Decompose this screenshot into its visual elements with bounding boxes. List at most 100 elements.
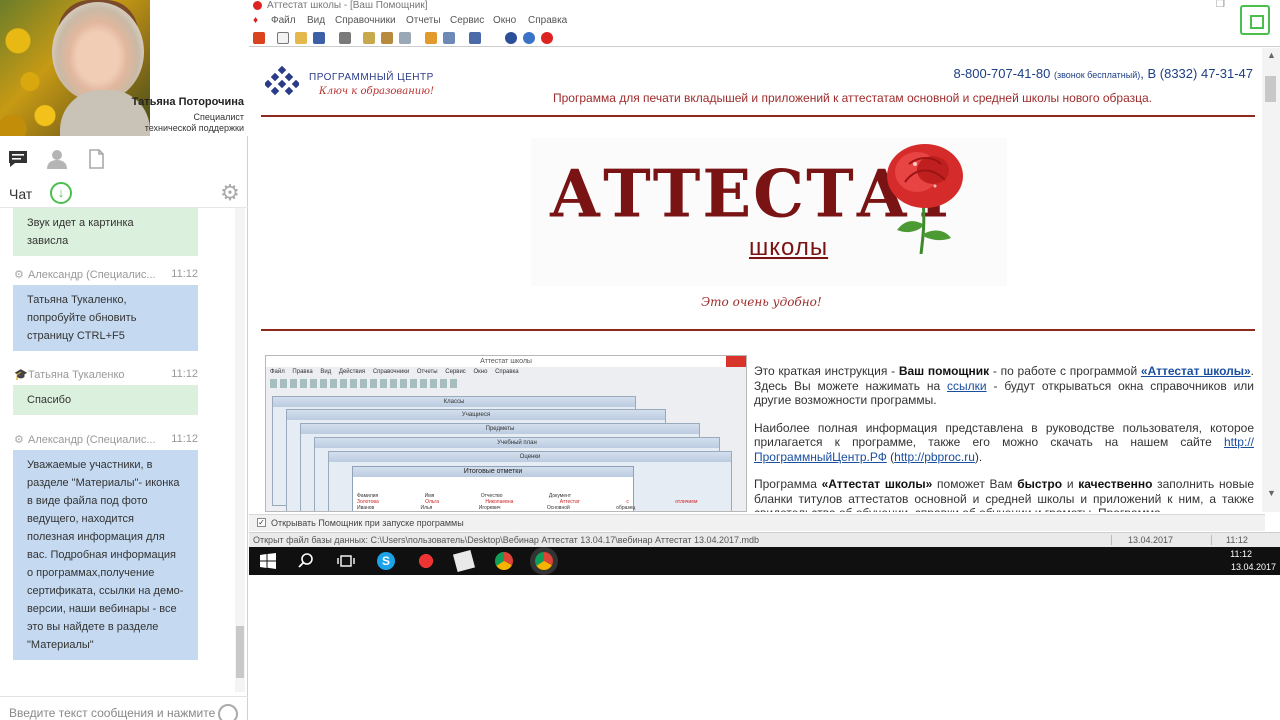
print-icon[interactable] xyxy=(339,32,351,44)
window-title: Аттестат школы - [Ваш Помощник] xyxy=(267,0,428,11)
menu-help[interactable]: Справка xyxy=(528,15,567,26)
chat-header: Чат ↓ ⚙ xyxy=(0,178,248,208)
table-icon[interactable] xyxy=(443,32,455,44)
reports-icon[interactable] xyxy=(469,32,481,44)
program-screenshot: Аттестат школы Файл Правка Вид Действия … xyxy=(265,355,747,512)
panel-tabs xyxy=(0,144,248,174)
scroll-up-icon[interactable]: ▲ xyxy=(1267,50,1276,60)
scroll-down-icon[interactable]: ▼ xyxy=(1267,488,1276,498)
startup-option: ✓ Открывать Помощник при запуске програм… xyxy=(249,514,1265,531)
presenter-name: Татьяна Поторочина xyxy=(131,96,244,108)
rose-icon[interactable] xyxy=(541,32,553,44)
search-icon[interactable] xyxy=(297,552,315,570)
chrome-active-icon[interactable] xyxy=(535,552,553,570)
hero-subtitle: школы xyxy=(749,234,829,261)
page-scrollbar[interactable]: ▲ ▼ xyxy=(1262,48,1280,512)
chat-input-placeholder: Введите текст сообщения и нажмите xyxy=(9,706,216,720)
help-icon[interactable] xyxy=(523,32,535,44)
screenshot-toolbar xyxy=(270,379,460,388)
message-time: 11:12 xyxy=(171,368,198,380)
new-file-icon[interactable] xyxy=(277,32,289,44)
message-author: Татьяна Тукаленко xyxy=(28,369,125,381)
instruction-paragraph: Наиболее полная информация представлена … xyxy=(754,421,1254,465)
menu-bar: ♦ Файл Вид Справочники Отчеты Сервис Окн… xyxy=(249,13,1280,29)
hero-slogan: Это очень удобно! xyxy=(701,295,822,309)
page-scroll-thumb[interactable] xyxy=(1265,76,1276,102)
rose-icon xyxy=(887,144,963,254)
chat-message: Уважаемые участники, в разделе "Материал… xyxy=(13,450,198,660)
gear-icon[interactable]: ⚙ xyxy=(218,181,242,205)
title-bar: Аттестат школы - [Ваш Помощник] ❐ xyxy=(249,0,1280,13)
save-icon[interactable] xyxy=(313,32,325,44)
chat-scrollbar[interactable] xyxy=(235,208,245,692)
chat-input[interactable]: Введите текст сообщения и нажмите xyxy=(0,696,248,720)
message-time: 11:12 xyxy=(171,433,198,445)
contact-phones: 8-800-707-41-80 (звонок бесплатный), В (… xyxy=(953,66,1253,81)
show-helper-label[interactable]: Открывать Помощник при запуске программы xyxy=(271,518,464,528)
screenshot-window-title: Учащиеся xyxy=(287,410,665,420)
menu-view[interactable]: Вид xyxy=(307,15,325,26)
text-bold: Ваш помощник xyxy=(898,364,990,378)
text-bold: быстро xyxy=(1017,477,1063,491)
screenshot-window-title: Предметы xyxy=(301,424,699,434)
empty-area xyxy=(249,575,1280,720)
materials-tab-icon[interactable] xyxy=(85,148,107,170)
chat-message: Звук идет а картинка зависла xyxy=(13,208,198,256)
exit-icon[interactable] xyxy=(253,32,265,44)
presenter-photo xyxy=(0,0,150,136)
text: Наиболее полная информация представлена … xyxy=(754,420,1254,450)
copy-icon[interactable] xyxy=(381,32,393,44)
phone-main: 8-800-707-41-80 xyxy=(953,66,1051,81)
refresh-icon[interactable] xyxy=(505,32,517,44)
taskbar: S 11:12 13.04.2017 xyxy=(249,547,1280,575)
webinar-sidebar: Татьяна Поторочина Специалист техническо… xyxy=(0,0,248,720)
screenshot-title: Аттестат школы xyxy=(266,356,746,367)
links-link[interactable]: ссылки xyxy=(947,379,987,393)
participants-tab-icon[interactable] xyxy=(46,148,68,170)
show-helper-checkbox[interactable]: ✓ xyxy=(257,518,266,527)
open-folder-icon[interactable] xyxy=(295,32,307,44)
home-icon[interactable] xyxy=(363,32,375,44)
taskbar-date[interactable]: 13.04.2017 xyxy=(1231,562,1276,572)
menu-window[interactable]: Окно xyxy=(493,15,516,26)
text: и xyxy=(1062,477,1079,491)
emoji-icon[interactable] xyxy=(218,704,238,720)
menu-file[interactable]: Файл xyxy=(271,15,296,26)
text: поможет Вам xyxy=(932,477,1018,491)
message-text: Звук идет а картинка xyxy=(27,217,134,229)
app-menu-icon[interactable]: ♦ xyxy=(253,15,258,26)
app-icon xyxy=(253,1,262,10)
presenter-role-detail: технической поддержки xyxy=(144,123,244,133)
attestat-app-icon[interactable] xyxy=(417,552,435,570)
chat-messages: Звук идет а картинка зависла ⚙ Александр … xyxy=(0,208,236,692)
chat-message: Спасибо xyxy=(13,385,198,415)
taskbar-time[interactable]: 11:12 xyxy=(1230,549,1252,559)
program-link[interactable]: «Аттестат школы» xyxy=(1141,364,1251,378)
windows-start-icon[interactable] xyxy=(259,552,277,570)
screenshot-row: Иванов Илья Игоревич Основной образец xyxy=(357,505,636,511)
task-view-icon[interactable] xyxy=(337,552,355,570)
documents-app-icon[interactable] xyxy=(452,549,476,573)
site-link-alt[interactable]: http://pbproc.ru xyxy=(894,450,975,464)
menu-service[interactable]: Сервис xyxy=(450,15,484,26)
download-chat-icon[interactable]: ↓ xyxy=(50,182,72,204)
presenter-card: Татьяна Поторочина Специалист техническо… xyxy=(0,0,248,136)
text: Программа xyxy=(754,477,822,491)
instruction-paragraph: Это краткая инструкция - Ваш помощник - … xyxy=(754,364,1254,408)
chat-scroll-thumb[interactable] xyxy=(236,626,244,678)
instruction-paragraph: Программа «Аттестат школы» поможет Вам б… xyxy=(754,477,1254,512)
restore-icon[interactable]: ❐ xyxy=(1216,0,1225,10)
message-text: зависла xyxy=(27,235,69,247)
status-bar: Открыт файл базы данных: C:\Users\пользо… xyxy=(249,532,1280,547)
text: Это краткая инструкция - xyxy=(754,364,899,378)
skype-icon[interactable]: S xyxy=(377,552,395,570)
screenshot-menu: Файл Правка Вид Действия Справочники Отч… xyxy=(270,369,519,375)
gear-icon: ⚙ xyxy=(14,434,24,446)
screenshot-window-title: Классы xyxy=(273,397,635,407)
classes-icon[interactable] xyxy=(425,32,437,44)
chat-tab-icon[interactable] xyxy=(7,148,29,170)
chrome-icon[interactable] xyxy=(495,552,513,570)
menu-references[interactable]: Справочники xyxy=(335,15,396,26)
document-icon[interactable] xyxy=(399,32,411,44)
menu-reports[interactable]: Отчеты xyxy=(406,15,441,26)
